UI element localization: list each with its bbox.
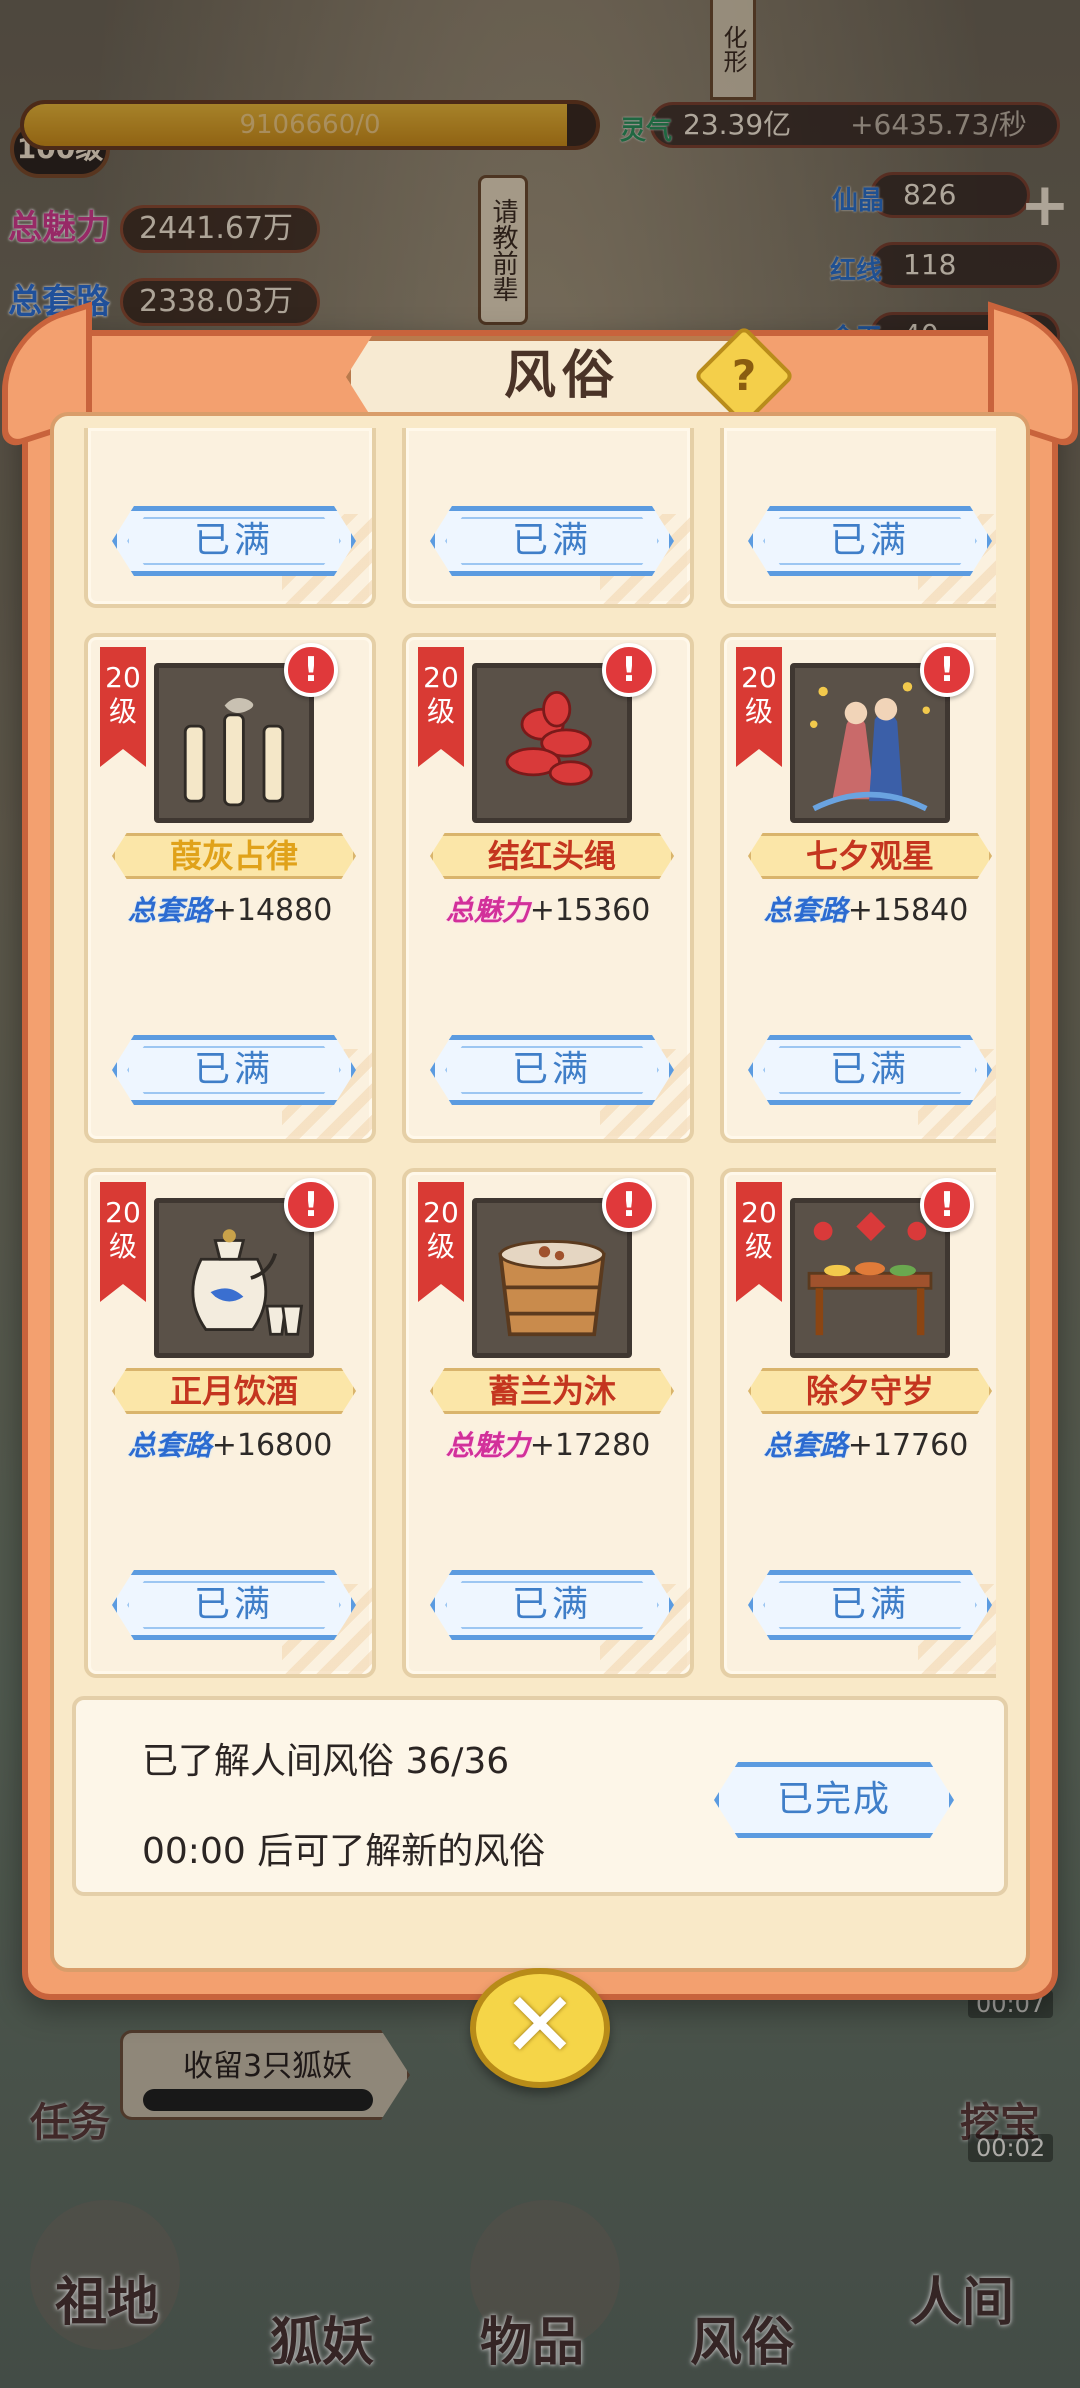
custom-card: 20级! 正月饮酒总套路+16800 已满 <box>84 1168 376 1678</box>
modal-body: 已满 已满 已满 20级! 葭灰占律 总套路+14880 已满 20级! 结红头绳 总魅力+153… <box>50 412 1030 1972</box>
alert-icon: ! <box>284 1178 338 1232</box>
alert-icon: ! <box>602 643 656 697</box>
custom-card: 20级! 七夕观星总套路+15840 已满 <box>720 633 996 1143</box>
customs-modal: 风俗 ? 已满 已满 已满 20级! 葭灰占律 总套路+14880 已满 20级! 结红头绳 总魅… <box>2 301 1078 2000</box>
full-button[interactable]: 已满 <box>112 1570 356 1640</box>
full-button[interactable]: 已满 <box>112 506 356 576</box>
close-modal-button[interactable]: ✕ <box>470 1968 610 2088</box>
custom-card: 20级! 结红头绳总魅力+15360 已满 <box>402 633 694 1143</box>
alert-icon: ! <box>920 1178 974 1232</box>
custom-card-partial: 已满 <box>720 428 996 608</box>
custom-name: 蓄兰为沐 <box>430 1368 674 1414</box>
bonus-attribute: 总套路 <box>127 1429 212 1462</box>
summary-progress: 已了解人间风俗 36/36 <box>142 1741 510 1782</box>
custom-name: 除夕守岁 <box>748 1368 992 1414</box>
level-tag: 20级 <box>100 1182 146 1302</box>
bonus-attribute: 总套路 <box>763 1429 848 1462</box>
full-button[interactable]: 已满 <box>748 1570 992 1640</box>
custom-bonus: 总套路+17760 <box>724 1424 996 1464</box>
level-tag: 20级 <box>418 647 464 767</box>
bonus-attribute: 总魅力 <box>445 1429 530 1462</box>
custom-card: 20级! 除夕守岁总套路+17760 已满 <box>720 1168 996 1678</box>
custom-bonus: 总套路+14880 <box>88 889 372 929</box>
bonus-value: +15360 <box>529 893 651 928</box>
custom-bonus: 总套路+16800 <box>88 1424 372 1464</box>
level-tag: 20级 <box>100 647 146 767</box>
full-button[interactable]: 已满 <box>748 1035 992 1105</box>
summary-panel: 已了解人间风俗 36/36 00:00 后可了解新的风俗 已完成 <box>72 1696 1008 1896</box>
custom-bonus: 总套路+15840 <box>724 889 996 929</box>
custom-card-partial: 已满 <box>402 428 694 608</box>
full-button[interactable]: 已满 <box>430 1035 674 1105</box>
full-button[interactable]: 已满 <box>748 506 992 576</box>
custom-name: 结红头绳 <box>430 833 674 879</box>
alert-icon: ! <box>284 643 338 697</box>
custom-card-partial: 已满 <box>84 428 376 608</box>
custom-bonus: 总魅力+17280 <box>406 1424 690 1464</box>
alert-icon: ! <box>920 643 974 697</box>
custom-name: 正月饮酒 <box>112 1368 356 1414</box>
full-button[interactable]: 已满 <box>430 1570 674 1640</box>
bonus-attribute: 总套路 <box>763 894 848 927</box>
level-tag: 20级 <box>736 1182 782 1302</box>
custom-card: 20级! 葭灰占律总套路+14880 已满 <box>84 633 376 1143</box>
bonus-value: +15840 <box>847 893 969 928</box>
bonus-value: +16800 <box>211 1428 333 1463</box>
custom-name: 葭灰占律 <box>112 833 356 879</box>
completed-button[interactable]: 已完成 <box>714 1762 954 1838</box>
level-tag: 20级 <box>736 647 782 767</box>
bonus-attribute: 总套路 <box>127 894 212 927</box>
bonus-value: +14880 <box>211 893 333 928</box>
custom-bonus: 总魅力+15360 <box>406 889 690 929</box>
bonus-attribute: 总魅力 <box>445 894 530 927</box>
alert-icon: ! <box>602 1178 656 1232</box>
level-tag: 20级 <box>418 1182 464 1302</box>
customs-grid[interactable]: 已满 已满 已满 20级! 葭灰占律 总套路+14880 已满 20级! 结红头绳 总魅力+153… <box>84 428 996 1688</box>
bonus-value: +17280 <box>529 1428 651 1463</box>
custom-card: 20级! 蓄兰为沐总魅力+17280 已满 <box>402 1168 694 1678</box>
question-icon: ? <box>731 351 757 400</box>
full-button[interactable]: 已满 <box>430 506 674 576</box>
full-button[interactable]: 已满 <box>112 1035 356 1105</box>
summary-countdown: 00:00 后可了解新的风俗 <box>142 1831 546 1872</box>
bonus-value: +17760 <box>847 1428 969 1463</box>
custom-name: 七夕观星 <box>748 833 992 879</box>
